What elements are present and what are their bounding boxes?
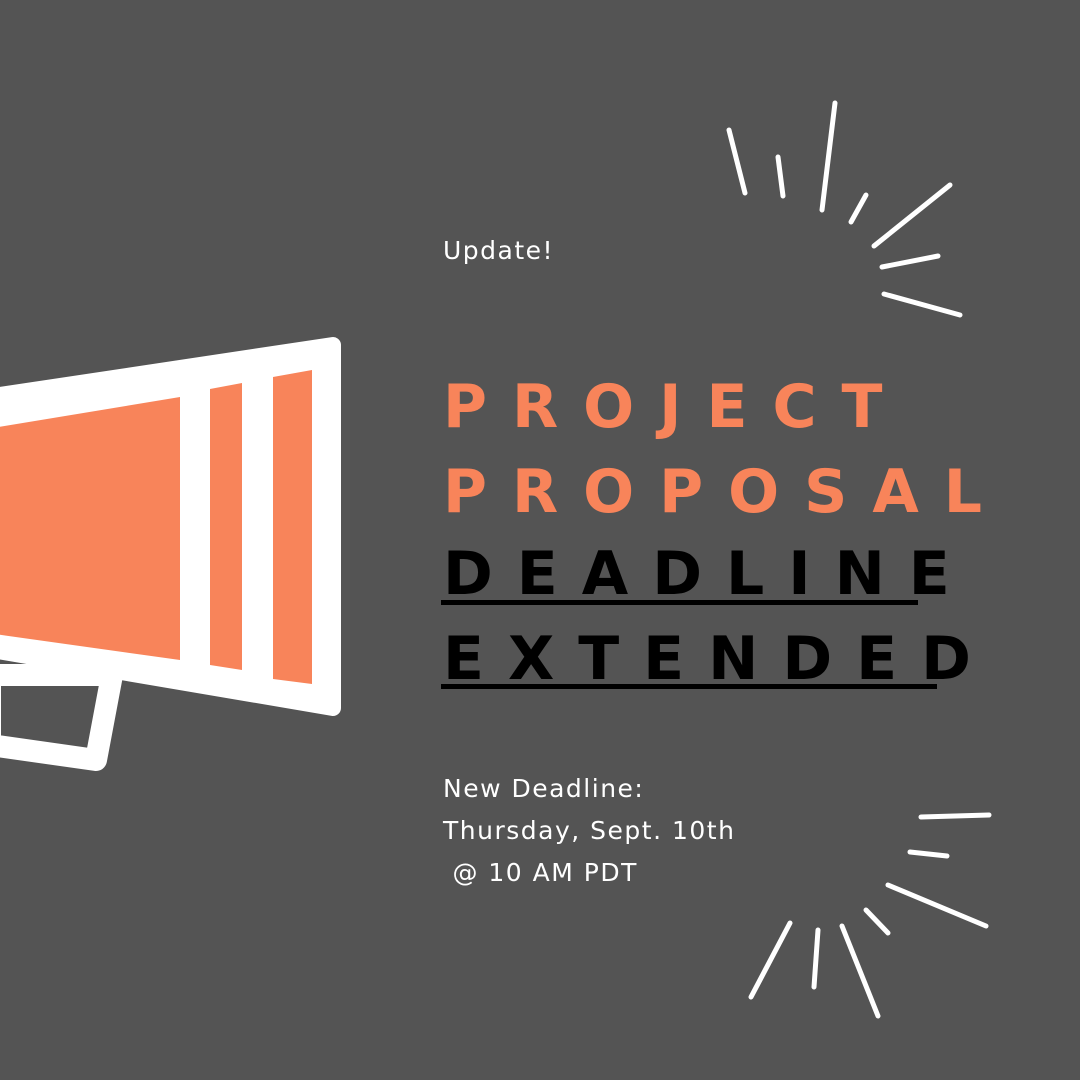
deadline-date: Thursday, Sept. 10th [443,816,736,845]
title-line-proposal: PROPOSAL [443,457,1008,527]
underline-deadline [441,600,918,605]
deadline-time: @ 10 AM PDT [443,858,638,887]
headline-line-extended: EXTENDED [443,624,995,694]
announcement-graphic: Update! PROJECT PROPOSAL DEADLINE EXTEND… [0,0,1080,1080]
deadline-details: New Deadline: Thursday, Sept. 10th @ 10 … [443,768,735,894]
headline-line-deadline: DEADLINE [443,539,974,609]
underline-extended [441,684,937,689]
title-line-project: PROJECT [443,372,908,442]
update-kicker: Update! [443,236,555,265]
deadline-label: New Deadline: [443,774,645,803]
